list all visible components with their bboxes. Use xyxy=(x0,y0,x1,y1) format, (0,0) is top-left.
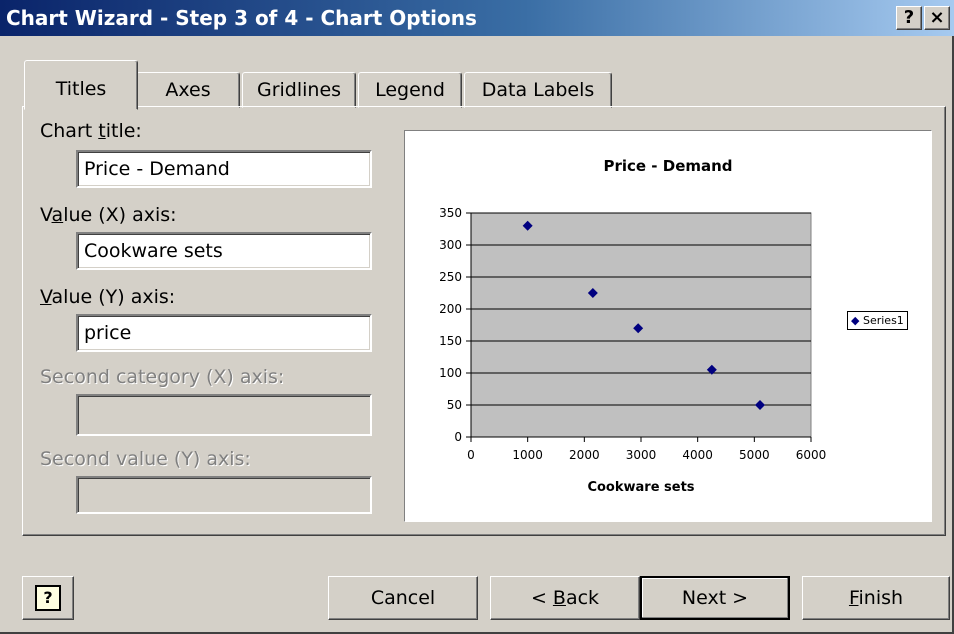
back-button[interactable]: < Back xyxy=(490,576,640,620)
chart-title-label: Chart title: xyxy=(40,120,142,142)
chart-preview: Price - Demand 0 50 100 150 200 250 300 350 0 100… xyxy=(404,130,932,522)
value-x-axis-input[interactable]: Cookware sets xyxy=(76,232,372,270)
finish-button[interactable]: Finish xyxy=(802,576,950,620)
legend-marker-icon: ◆ xyxy=(851,314,860,327)
second-category-x-axis-input xyxy=(76,394,372,436)
second-category-x-axis-label: Second category (X) axis: xyxy=(40,366,285,388)
tab-gridlines[interactable]: Gridlines xyxy=(242,72,356,108)
tab-titles[interactable]: Titles xyxy=(24,60,138,110)
x-axis-title: Cookware sets xyxy=(587,480,694,495)
title-bar: Chart Wizard - Step 3 of 4 - Chart Optio… xyxy=(0,0,954,36)
value-x-axis-label: Value (X) axis: xyxy=(40,204,177,226)
cancel-button[interactable]: Cancel xyxy=(328,576,478,620)
x-tick-label: 2000 xyxy=(569,448,600,462)
second-value-y-axis-input xyxy=(76,476,372,514)
y-tick-label: 300 xyxy=(439,238,462,252)
tab-legend[interactable]: Legend xyxy=(358,72,462,108)
y-tick-label: 250 xyxy=(439,270,462,284)
x-tick-label: 0 xyxy=(467,448,475,462)
y-tick-label: 50 xyxy=(447,398,462,412)
window-title: Chart Wizard - Step 3 of 4 - Chart Optio… xyxy=(6,6,477,30)
x-tick-label: 3000 xyxy=(626,448,657,462)
legend-series-label: Series1 xyxy=(862,314,904,327)
chart-title-input[interactable]: Price - Demand xyxy=(76,150,372,188)
x-tick-label: 5000 xyxy=(739,448,770,462)
y-tick-label: 150 xyxy=(439,334,462,348)
y-tick-label: 0 xyxy=(454,430,462,444)
second-value-y-axis-label: Second value (Y) axis: xyxy=(40,448,251,470)
x-tick-label: 6000 xyxy=(796,448,827,462)
help-question-icon[interactable]: ? xyxy=(896,6,922,30)
help-button[interactable]: ? xyxy=(22,576,74,620)
y-tick-label: 100 xyxy=(439,366,462,380)
value-y-axis-input[interactable]: price xyxy=(76,314,372,352)
close-icon[interactable]: × xyxy=(924,6,950,30)
value-y-axis-label: Value (Y) axis: xyxy=(40,286,176,308)
next-button[interactable]: Next > xyxy=(640,576,790,620)
tab-data-labels[interactable]: Data Labels xyxy=(464,72,612,108)
chart-wizard-dialog: Chart Wizard - Step 3 of 4 - Chart Optio… xyxy=(0,0,954,634)
help-icon: ? xyxy=(35,584,61,611)
x-tick-label: 1000 xyxy=(512,448,543,462)
y-tick-label: 350 xyxy=(439,206,462,220)
y-tick-label: 200 xyxy=(439,302,462,316)
x-tick-label: 4000 xyxy=(682,448,713,462)
chart-legend: ◆ Series1 xyxy=(847,311,908,330)
tab-axes[interactable]: Axes xyxy=(136,72,240,108)
